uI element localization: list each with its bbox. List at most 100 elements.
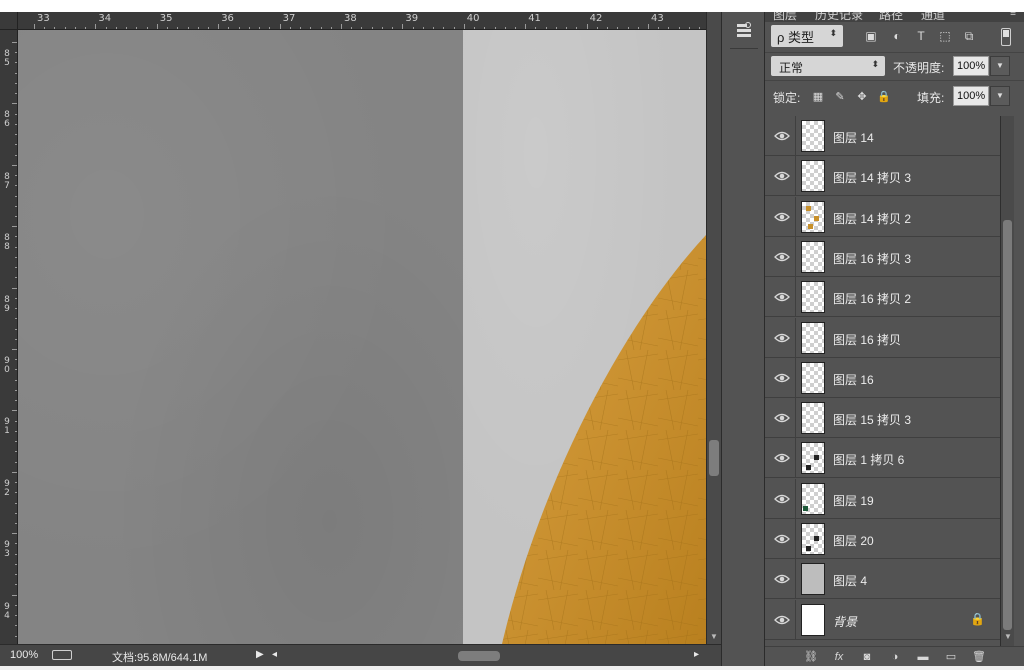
filter-smartobject-icon[interactable]: ⧉ <box>961 28 977 44</box>
visibility-eye-icon[interactable] <box>774 371 790 385</box>
delete-layer-icon[interactable]: 🗑 <box>971 649 987 665</box>
layer-thumbnail[interactable] <box>801 603 825 636</box>
layer-thumbnail[interactable] <box>801 200 825 233</box>
layer-row[interactable]: 图层 19 <box>765 478 1000 519</box>
layer-thumbnail[interactable] <box>801 402 825 435</box>
fill-dropdown-icon[interactable]: ▼ <box>990 86 1010 106</box>
layer-list-scroll-thumb[interactable] <box>1003 220 1012 630</box>
layer-row[interactable]: 图层 16 拷贝 2 <box>765 277 1000 318</box>
layer-list[interactable]: 图层 14 图层 14 拷贝 3 图层 14 拷贝 2 图层 16 拷贝 3 图层 16… <box>765 116 1000 646</box>
layer-thumbnail[interactable] <box>801 523 825 555</box>
ruler-label: 9 3 <box>4 540 10 560</box>
layer-row[interactable]: 图层 14 拷贝 3 <box>765 156 1000 197</box>
fill-field[interactable]: 100% <box>953 86 989 106</box>
lock-brush-icon[interactable]: ✎ <box>833 90 847 104</box>
canvas-vertical-scrollbar[interactable]: ▼ <box>706 12 721 648</box>
layer-row[interactable]: 图层 14 <box>765 116 1000 156</box>
visibility-eye-icon[interactable] <box>774 532 790 546</box>
layer-thumbnail[interactable] <box>801 240 825 273</box>
layer-name[interactable]: 图层 14 拷贝 3 <box>833 169 911 186</box>
canvas-horizontal-scroll-thumb[interactable] <box>458 651 500 661</box>
scroll-down-icon[interactable]: ▼ <box>710 632 718 641</box>
layer-row[interactable]: 图层 16 <box>765 357 1000 398</box>
layer-comps-icon[interactable] <box>734 20 754 40</box>
layer-list-scrollbar[interactable]: ▼ <box>1000 116 1014 646</box>
scroll-left-icon[interactable]: ◂ <box>272 649 277 660</box>
visibility-eye-icon[interactable] <box>774 129 790 143</box>
visibility-eye-icon[interactable] <box>774 451 790 465</box>
tab-history[interactable]: 历史记录 <box>815 12 863 22</box>
lock-move-icon[interactable]: ✥ <box>855 90 869 104</box>
opacity-dropdown-icon[interactable]: ▼ <box>990 56 1010 76</box>
ruler-label: 38 <box>344 13 357 24</box>
layer-thumbnail[interactable] <box>801 281 825 314</box>
scroll-right-icon[interactable]: ▸ <box>694 649 699 660</box>
lock-all-icon[interactable]: 🔒 <box>877 90 891 104</box>
tab-channels[interactable]: 通道 <box>921 12 945 22</box>
layer-thumbnail[interactable] <box>801 120 825 152</box>
layer-thumbnail[interactable] <box>801 321 825 354</box>
visibility-eye-icon[interactable] <box>774 290 790 304</box>
layer-name[interactable]: 图层 16 拷贝 2 <box>833 290 911 307</box>
layer-thumbnail[interactable] <box>801 361 825 394</box>
layer-name[interactable]: 图层 16 <box>833 371 874 388</box>
filter-adjustment-icon[interactable]: ◐ <box>889 28 905 44</box>
filter-pixel-icon[interactable]: ▣ <box>863 28 879 44</box>
status-menu-arrow-icon[interactable]: ▶ <box>256 649 264 660</box>
tab-layers[interactable]: 图层 <box>773 12 797 22</box>
layer-name[interactable]: 图层 14 <box>833 129 874 146</box>
layer-row[interactable]: 图层 20 <box>765 519 1000 559</box>
layer-thumbnail[interactable] <box>801 160 825 193</box>
layer-row[interactable]: 背景 🔒 <box>765 599 1000 640</box>
horizontal-ruler[interactable]: 33 34 35 36 37 38 39 40 41 42 43 <box>0 12 706 30</box>
lock-transparent-icon[interactable]: ▦ <box>811 90 825 104</box>
blend-mode-select[interactable]: 正常 ⬍ <box>771 56 885 76</box>
visibility-eye-icon[interactable] <box>774 492 790 506</box>
filter-type-icon[interactable]: T <box>913 28 929 44</box>
layer-filter-select[interactable]: ρ 类型 ⬍ <box>771 25 843 47</box>
tab-paths[interactable]: 路径 <box>879 12 903 22</box>
visibility-eye-icon[interactable] <box>774 210 790 224</box>
layer-style-icon[interactable]: fx <box>831 649 847 665</box>
layer-row[interactable]: 图层 14 拷贝 2 <box>765 196 1000 237</box>
layer-name[interactable]: 图层 14 拷贝 2 <box>833 210 911 227</box>
layer-name[interactable]: 背景 <box>833 613 857 630</box>
visibility-eye-icon[interactable] <box>774 613 790 627</box>
panel-menu-icon[interactable]: ≡ <box>1010 12 1016 19</box>
canvas-vertical-scroll-thumb[interactable] <box>709 440 719 476</box>
filter-shape-icon[interactable]: ⬚ <box>937 28 953 44</box>
layer-row[interactable]: 图层 4 <box>765 559 1000 600</box>
scroll-down-icon[interactable]: ▼ <box>1004 632 1012 641</box>
opacity-field[interactable]: 100% <box>953 56 989 76</box>
visibility-eye-icon[interactable] <box>774 169 790 183</box>
visibility-eye-icon[interactable] <box>774 572 790 586</box>
layer-name[interactable]: 图层 1 拷贝 6 <box>833 451 904 468</box>
layer-row[interactable]: 图层 16 拷贝 <box>765 317 1000 358</box>
layer-name[interactable]: 图层 19 <box>833 492 874 509</box>
link-layers-icon[interactable]: ⛓ <box>803 649 819 665</box>
visibility-eye-icon[interactable] <box>774 250 790 264</box>
adjustment-layer-icon[interactable]: ◑ <box>887 649 903 665</box>
layer-row[interactable]: 图层 1 拷贝 6 <box>765 438 1000 479</box>
layer-name[interactable]: 图层 4 <box>833 572 867 589</box>
layer-row[interactable]: 图层 15 拷贝 3 <box>765 398 1000 439</box>
add-mask-icon[interactable]: ◙ <box>859 649 875 665</box>
ruler-corner[interactable] <box>0 12 18 29</box>
vertical-ruler[interactable]: 8 5 8 6 8 7 8 8 8 9 9 0 9 1 9 2 9 3 9 4 <box>0 30 18 644</box>
new-layer-icon[interactable]: ▭ <box>943 649 959 665</box>
layer-thumbnail[interactable] <box>801 442 825 475</box>
new-group-icon[interactable]: ▬ <box>915 649 931 665</box>
proof-icon[interactable] <box>52 650 72 660</box>
document-canvas[interactable] <box>18 30 706 644</box>
visibility-eye-icon[interactable] <box>774 411 790 425</box>
visibility-eye-icon[interactable] <box>774 331 790 345</box>
layer-thumbnail[interactable] <box>801 482 825 515</box>
layer-name[interactable]: 图层 20 <box>833 532 874 549</box>
filter-toggle[interactable] <box>1001 28 1011 46</box>
zoom-level[interactable]: 100% <box>10 649 38 661</box>
layer-name[interactable]: 图层 15 拷贝 3 <box>833 411 911 428</box>
layer-name[interactable]: 图层 16 拷贝 3 <box>833 250 911 267</box>
layer-name[interactable]: 图层 16 拷贝 <box>833 331 901 348</box>
layer-thumbnail[interactable] <box>801 563 825 596</box>
layer-row[interactable]: 图层 16 拷贝 3 <box>765 236 1000 277</box>
